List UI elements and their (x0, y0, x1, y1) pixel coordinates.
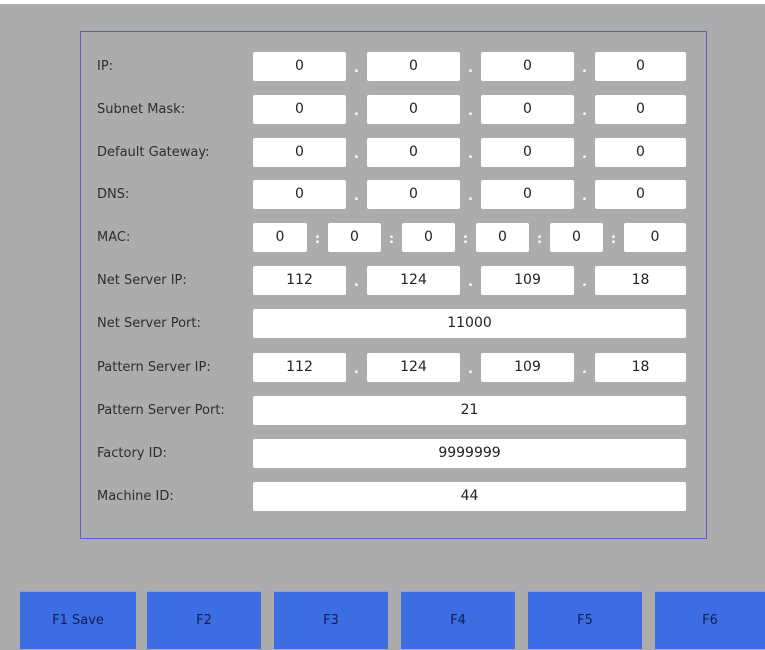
mac-label: MAC: (97, 230, 131, 245)
row-default-gateway: Default Gateway: 0 . 0 . 0 . 0 (81, 138, 708, 167)
net-server-port-label: Net Server Port: (97, 316, 201, 331)
mac-separator: : (610, 232, 617, 247)
subnet-mask-octet-3[interactable]: 0 (481, 95, 574, 124)
f6-button[interactable]: F6 (655, 591, 765, 649)
net-server-ip-octet-2[interactable]: 124 (367, 266, 460, 295)
factory-id-field[interactable]: 9999999 (253, 439, 686, 468)
net-server-ip-octet-4[interactable]: 18 (595, 266, 686, 295)
dns-octet-4[interactable]: 0 (595, 180, 686, 209)
f2-button[interactable]: F2 (147, 591, 261, 649)
mac-part-3[interactable]: 0 (402, 223, 455, 252)
dns-octet-3[interactable]: 0 (481, 180, 574, 209)
factory-id-label: Factory ID: (97, 446, 167, 461)
ip-octet-3[interactable]: 0 (481, 52, 574, 81)
row-subnet-mask: Subnet Mask: 0 . 0 . 0 . 0 (81, 95, 708, 124)
row-ip: IP: 0 . 0 . 0 . 0 (81, 52, 708, 81)
net-server-ip-octet-1[interactable]: 112 (253, 266, 346, 295)
f1-save-button[interactable]: F1 Save (20, 591, 136, 649)
row-dns: DNS: 0 . 0 . 0 . 0 (81, 180, 708, 209)
machine-id-field[interactable]: 44 (253, 482, 686, 511)
f5-button[interactable]: F5 (528, 591, 642, 649)
row-net-server-port: Net Server Port: 11000 (81, 309, 708, 338)
subnet-mask-octet-2[interactable]: 0 (367, 95, 460, 124)
f3-button[interactable]: F3 (274, 591, 388, 649)
function-key-bar: F1 Save F2 F3 F4 F5 F6 (0, 591, 765, 649)
ip-separator: . (354, 275, 359, 290)
row-mac: MAC: 0 : 0 : 0 : 0 : 0 : 0 (81, 223, 708, 252)
row-net-server-ip: Net Server IP: 112 . 124 . 109 . 18 (81, 266, 708, 295)
row-machine-id: Machine ID: 44 (81, 482, 708, 511)
ip-octet-4[interactable]: 0 (595, 52, 686, 81)
ip-separator: . (582, 104, 587, 119)
dns-octet-2[interactable]: 0 (367, 180, 460, 209)
ip-separator: . (468, 104, 473, 119)
ip-separator: . (582, 362, 587, 377)
pattern-server-ip-octet-1[interactable]: 112 (253, 353, 346, 382)
ip-separator: . (582, 189, 587, 204)
net-server-ip-label: Net Server IP: (97, 273, 187, 288)
pattern-server-ip-octet-2[interactable]: 124 (367, 353, 460, 382)
ip-octet-1[interactable]: 0 (253, 52, 346, 81)
network-settings-panel: IP: 0 . 0 . 0 . 0 Subnet Mask: 0 . 0 . 0… (80, 31, 707, 539)
pattern-server-ip-octet-3[interactable]: 109 (481, 353, 574, 382)
default-gateway-octet-2[interactable]: 0 (367, 138, 460, 167)
subnet-mask-octet-4[interactable]: 0 (595, 95, 686, 124)
pattern-server-ip-octet-4[interactable]: 18 (595, 353, 686, 382)
mac-part-2[interactable]: 0 (328, 223, 381, 252)
dns-octet-1[interactable]: 0 (253, 180, 346, 209)
pattern-server-port-label: Pattern Server Port: (97, 403, 225, 418)
ip-separator: . (354, 362, 359, 377)
ip-separator: . (468, 147, 473, 162)
pattern-server-port-field[interactable]: 21 (253, 396, 686, 425)
ip-octet-2[interactable]: 0 (367, 52, 460, 81)
default-gateway-octet-3[interactable]: 0 (481, 138, 574, 167)
ip-separator: . (582, 147, 587, 162)
ip-separator: . (582, 61, 587, 76)
ip-separator: . (354, 61, 359, 76)
subnet-mask-label: Subnet Mask: (97, 102, 186, 117)
ip-separator: . (468, 362, 473, 377)
ip-separator: . (354, 104, 359, 119)
mac-separator: : (462, 232, 469, 247)
mac-part-6[interactable]: 0 (624, 223, 686, 252)
ip-separator: . (468, 61, 473, 76)
machine-id-label: Machine ID: (97, 489, 174, 504)
ip-separator: . (468, 275, 473, 290)
dns-label: DNS: (97, 187, 130, 202)
ip-separator: . (582, 275, 587, 290)
row-factory-id: Factory ID: 9999999 (81, 439, 708, 468)
mac-separator: : (388, 232, 395, 247)
ip-separator: . (354, 189, 359, 204)
ip-label: IP: (97, 59, 114, 74)
ip-separator: . (468, 189, 473, 204)
f4-button[interactable]: F4 (401, 591, 515, 649)
subnet-mask-octet-1[interactable]: 0 (253, 95, 346, 124)
mac-part-4[interactable]: 0 (476, 223, 529, 252)
mac-part-1[interactable]: 0 (253, 223, 307, 252)
net-server-port-field[interactable]: 11000 (253, 309, 686, 338)
net-server-ip-octet-3[interactable]: 109 (481, 266, 574, 295)
default-gateway-octet-4[interactable]: 0 (595, 138, 686, 167)
mac-separator: : (314, 232, 321, 247)
default-gateway-octet-1[interactable]: 0 (253, 138, 346, 167)
ip-separator: . (354, 147, 359, 162)
row-pattern-server-port: Pattern Server Port: 21 (81, 396, 708, 425)
top-strip (0, 0, 765, 4)
mac-separator: : (536, 232, 543, 247)
row-pattern-server-ip: Pattern Server IP: 112 . 124 . 109 . 18 (81, 353, 708, 382)
pattern-server-ip-label: Pattern Server IP: (97, 360, 211, 375)
default-gateway-label: Default Gateway: (97, 145, 210, 160)
mac-part-5[interactable]: 0 (550, 223, 603, 252)
